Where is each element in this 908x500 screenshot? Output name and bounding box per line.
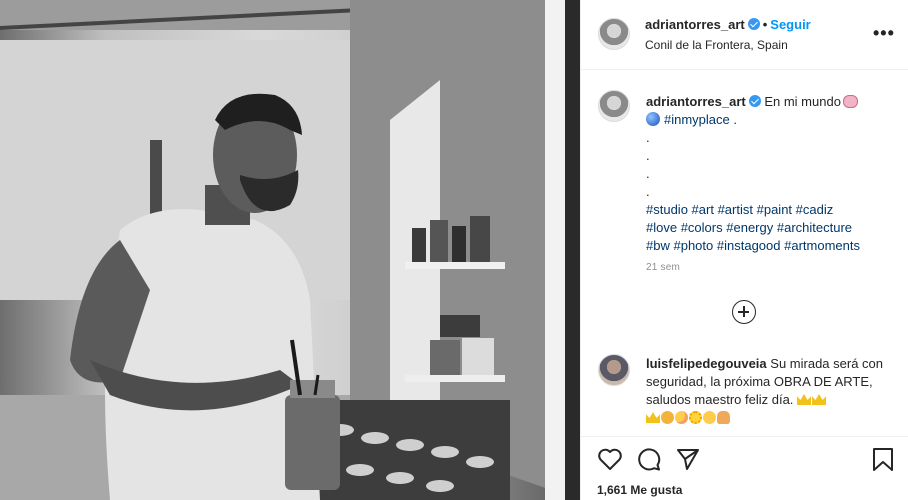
bookmark-icon[interactable] [871,447,895,473]
more-options-icon[interactable]: ••• [873,24,895,42]
share-icon[interactable] [675,447,701,471]
crown-emoji-icon [646,412,660,423]
author-username[interactable]: adriantorres_art [645,17,745,32]
pray-emoji-icon [717,411,730,424]
hashtag[interactable]: #artmoments [784,238,860,253]
hashtag[interactable]: #art [692,202,714,217]
caption-dot: . [646,148,650,163]
heart-icon[interactable] [597,447,623,471]
caption-avatar[interactable] [598,90,630,122]
author-line: adriantorres_art • Seguir [645,17,811,32]
caption-dot: . [646,130,650,145]
clap-emoji-icon [661,411,674,424]
hashtag[interactable]: #love [646,220,677,235]
action-bar: 1,661 Me gusta [581,436,908,500]
commenter-avatar[interactable] [598,354,630,386]
sun-emoji-icon [689,411,702,424]
verified-badge-icon [748,95,761,107]
hashtag[interactable]: #instagood [717,238,781,253]
marble-emoji-icon [646,112,660,126]
caption-username[interactable]: adriantorres_art [646,94,746,109]
post-photo[interactable] [0,0,580,500]
caption-text: adriantorres_art En mi mundo #inmyplace … [646,93,896,255]
hashtag[interactable]: #architecture [777,220,852,235]
commenter-username[interactable]: luisfelipedegouveia [646,356,767,371]
hashtag[interactable]: #artist [718,202,753,217]
hashtag-line: #love #colors #energy #architecture [646,219,896,237]
crown-emoji-icon [812,394,827,405]
separator-dot: • [762,17,768,32]
brain-emoji-icon [842,95,858,108]
author-avatar[interactable] [598,18,630,50]
follow-button[interactable]: Seguir [770,17,810,32]
caption-dot: . [646,166,650,181]
blush-emoji-icon [675,411,688,424]
comment-text: luisfelipedegouveia Su mirada será con s… [646,355,896,427]
hashtag-line: #studio #art #artist #paint #cadiz [646,201,896,219]
post-sidebar: adriantorres_art • Seguir Conil de la Fron… [580,0,908,500]
place-hashtag[interactable]: #inmyplace [664,112,730,127]
hashtag[interactable]: #colors [681,220,723,235]
likes-count[interactable]: 1,661 Me gusta [597,483,682,497]
comment-icon[interactable] [637,447,663,471]
add-comment-icon[interactable] [732,300,756,324]
post-header: adriantorres_art • Seguir Conil de la Fron… [581,0,908,70]
place-suffix: . [733,112,738,127]
hashtag[interactable]: #cadiz [796,202,834,217]
hashtag-line: #bw #photo #instagood #artmoments [646,237,896,255]
caption-message: En mi mundo [764,94,841,109]
smile-emoji-icon [703,411,716,424]
caption-dot: . [646,184,650,199]
crown-emoji-icon [797,394,812,405]
photo-illustration [0,0,580,500]
hashtag[interactable]: #studio [646,202,688,217]
hashtag[interactable]: #photo [673,238,713,253]
post-timestamp[interactable]: 21 sem [646,262,680,273]
verified-badge-icon [747,18,760,30]
hashtag[interactable]: #bw [646,238,670,253]
post-location[interactable]: Conil de la Frontera, Spain [645,38,788,52]
hashtag[interactable]: #energy [726,220,773,235]
hashtag[interactable]: #paint [757,202,792,217]
